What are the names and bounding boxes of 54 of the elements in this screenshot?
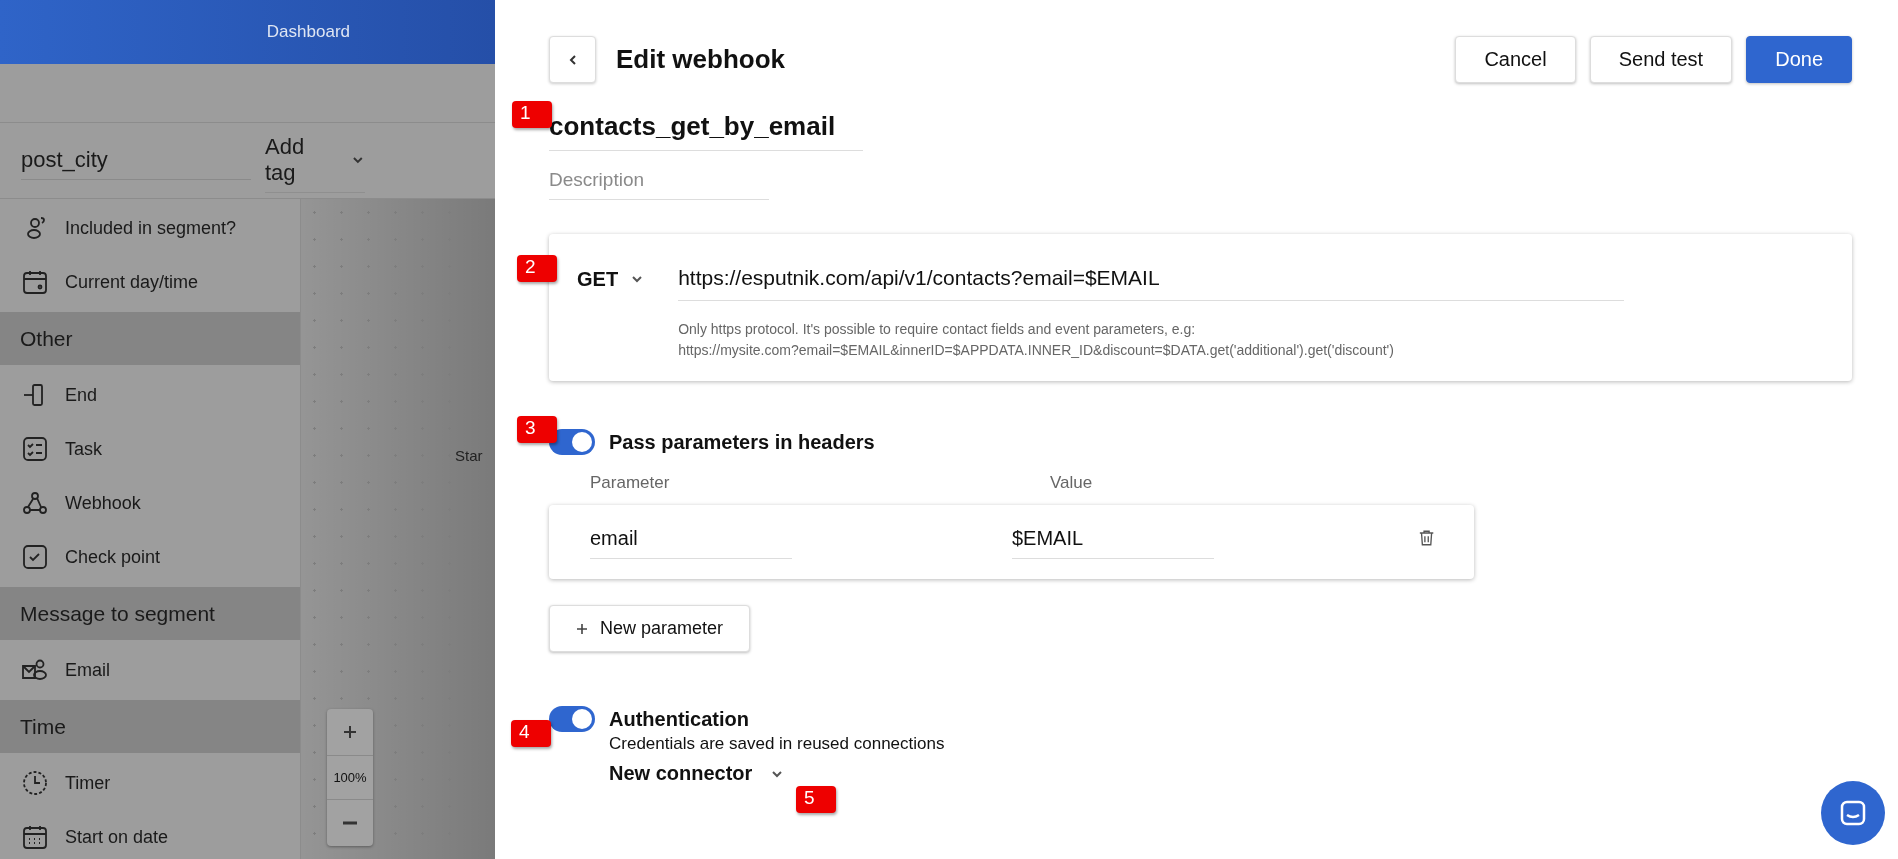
- hint-text: https://mysite.com?email=$EMAIL&innerID=$APPDATA.INNER_ID&discount=$DATA.get('additional').get('discount'): [678, 341, 1395, 360]
- section-header: Message to segment: [0, 587, 300, 640]
- value-field[interactable]: $EMAIL: [1011, 527, 1214, 559]
- done-button[interactable]: Done: [1746, 36, 1852, 83]
- node-label: Star: [455, 447, 483, 464]
- zoom-level: 100%: [327, 755, 373, 800]
- sidebar-item[interactable]: End: [65, 384, 98, 406]
- plus-icon: [576, 622, 588, 635]
- section-header: Other: [0, 312, 300, 365]
- sidebar-item[interactable]: Timer: [65, 772, 111, 794]
- new-parameter-button[interactable]: New parameter: [549, 605, 751, 652]
- section-header: Time: [0, 700, 300, 753]
- chevron-icon: [351, 155, 365, 165]
- callout-badge: 2: [517, 255, 557, 282]
- callout-badge: 5: [796, 786, 836, 813]
- trash-icon[interactable]: [1418, 528, 1434, 548]
- sidebar-item[interactable]: Included in segment?: [65, 217, 237, 239]
- nav-link[interactable]: Dashboard: [266, 22, 350, 42]
- name-field[interactable]: post_city: [21, 141, 251, 180]
- action-button[interactable]: Send test: [1589, 36, 1733, 83]
- sidebar-item[interactable]: Start on date: [65, 826, 169, 848]
- clock-icon: [21, 769, 49, 797]
- url-field[interactable]: https://esputnik.com/api/v1/contacts?email=$EMAIL: [678, 262, 1625, 301]
- zoom-in-icon[interactable]: [342, 724, 358, 740]
- column-header: Parameter: [590, 473, 671, 493]
- toggle-label: Authentication: [609, 707, 749, 731]
- callout-badge: 4: [511, 720, 551, 747]
- calendar-icon: [21, 268, 49, 296]
- sidebar-item[interactable]: Current day/time: [65, 271, 199, 293]
- calendar-grid-icon: [21, 823, 49, 851]
- column-header: Value: [1050, 473, 1094, 493]
- parameter-field[interactable]: email: [590, 527, 792, 559]
- chevron-left-icon: [567, 53, 578, 66]
- chevron-icon: [630, 274, 645, 284]
- chevron-icon: [770, 768, 785, 779]
- hint-text: Only https protocol. It's possible to require contact fields and event parameters, e.g:: [678, 320, 1197, 339]
- callout-badge: 3: [517, 416, 557, 443]
- sidebar-item[interactable]: Webhook: [65, 492, 141, 514]
- toggle-switch[interactable]: [549, 706, 595, 732]
- connector-dropdown[interactable]: New connector: [609, 762, 945, 785]
- tag-dropdown[interactable]: Add tag: [265, 128, 365, 193]
- webhook-icon: [21, 489, 49, 517]
- action-button[interactable]: Cancel: [1455, 36, 1576, 83]
- toggle-label: Pass parameters in headers: [609, 430, 875, 454]
- checkbox-icon: [21, 543, 49, 571]
- panel-title: Edit webhook: [616, 44, 785, 75]
- auth-note: Credentials are saved in reused connections: [609, 734, 945, 754]
- sidebar-item[interactable]: Check point: [65, 546, 161, 568]
- sidebar-item[interactable]: Email: [65, 659, 110, 681]
- chat-icon: [1838, 798, 1868, 828]
- method-dropdown[interactable]: GET: [577, 262, 645, 296]
- checklist-icon: [21, 435, 49, 463]
- toggle-switch[interactable]: [549, 429, 595, 455]
- sidebar-item[interactable]: Task: [65, 438, 102, 460]
